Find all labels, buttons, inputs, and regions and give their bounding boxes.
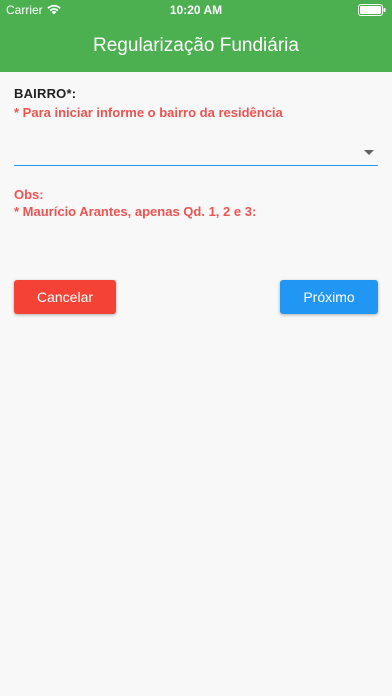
page-title: Regularização Fundiária (93, 35, 299, 56)
bairro-section: BAIRRO*: * Para iniciar informe o bairro… (14, 86, 378, 120)
obs-title: Obs: (14, 187, 44, 202)
battery-icon (358, 4, 386, 16)
dropdown-arrow-icon (364, 150, 374, 155)
status-bar: Carrier 10:20 AM (0, 0, 392, 20)
status-time: 10:20 AM (169, 3, 223, 17)
cancel-button[interactable]: Cancelar (14, 280, 116, 314)
obs-note: Obs: * Maurício Arantes, apenas Qd. 1, 2… (14, 186, 378, 220)
bairro-label: BAIRRO*: (14, 86, 77, 101)
app-bar: Regularização Fundiária (0, 20, 392, 72)
bairro-dropdown[interactable] (14, 140, 378, 166)
bairro-hint: * Para iniciar informe o bairro da resid… (14, 105, 283, 120)
next-button[interactable]: Próximo (280, 280, 378, 314)
obs-text: * Maurício Arantes, apenas Qd. 1, 2 e 3: (14, 204, 257, 219)
